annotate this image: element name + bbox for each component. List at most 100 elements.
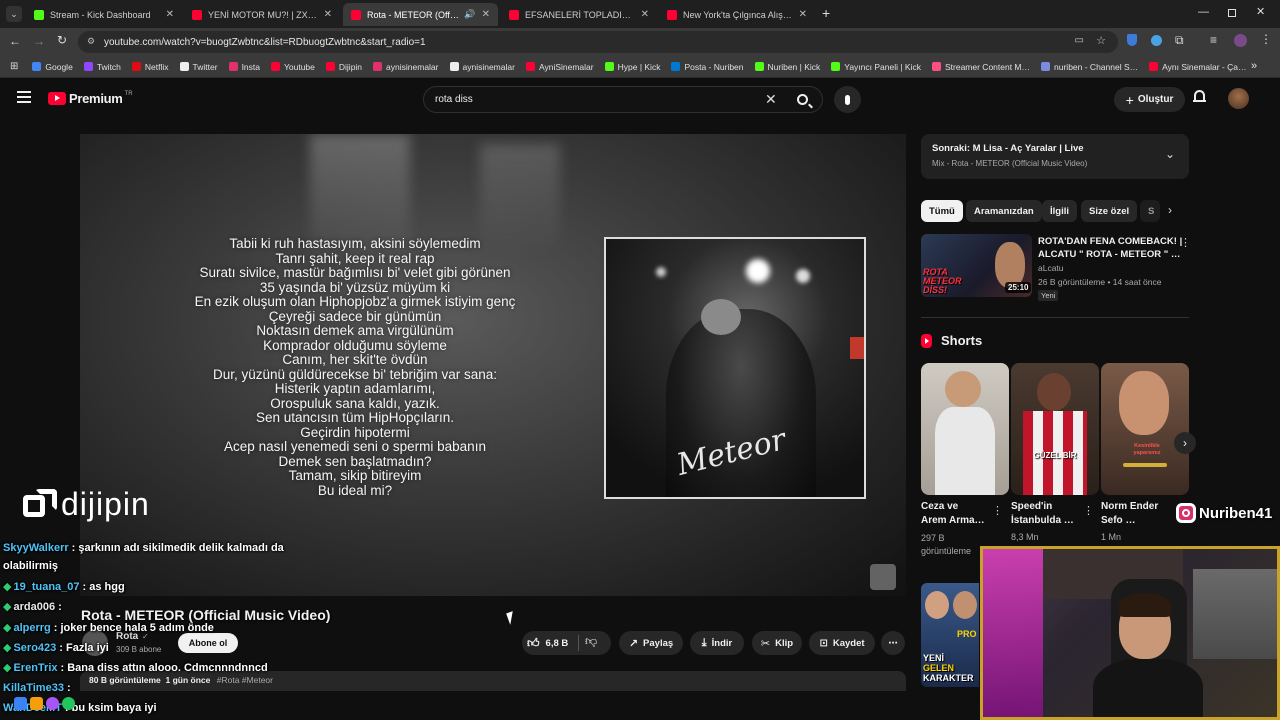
bookmark-item[interactable]: nuriben - Channel S… (1041, 62, 1138, 72)
short-thumbnail[interactable]: Kesinlikle yaparsınız (1101, 363, 1189, 495)
save-button[interactable]: ⊡ Kaydet (809, 631, 875, 655)
thumb-person (953, 591, 977, 619)
channel-watermark-icon[interactable] (870, 564, 896, 590)
shorts-next-button[interactable]: › (1174, 432, 1196, 454)
youtube-icon (192, 9, 202, 20)
reload-icon[interactable]: ↻ (57, 33, 67, 47)
more-actions-button[interactable]: ⋯ (881, 631, 905, 655)
new-tab-button[interactable]: + (822, 5, 830, 21)
browser-tab[interactable]: Stream - Kick Dashboard ✕ (26, 3, 182, 26)
dislike-button[interactable]: 👎︎ (585, 634, 597, 649)
youtube-logo[interactable]: Premium TR (48, 91, 133, 106)
chip-related[interactable]: İlgili (1042, 200, 1077, 222)
close-icon[interactable]: ✕ (166, 9, 174, 20)
short-more-icon[interactable]: ⋮ (992, 504, 1003, 517)
create-button[interactable]: + Oluştur (1114, 87, 1185, 112)
bookmark-item[interactable]: Nuriben | Kick (754, 62, 820, 72)
extension-shield-icon[interactable] (1127, 34, 1137, 46)
menu-icon[interactable]: ⋮ (1260, 32, 1272, 46)
up-next-card[interactable]: Sonraki: M Lisa - Aç Yaralar | Live Mix … (921, 134, 1189, 179)
share-button[interactable]: ↗ Paylaş (619, 631, 683, 655)
window-close-icon[interactable]: ✕ (1256, 5, 1265, 18)
voice-search-button[interactable] (834, 86, 861, 113)
short-title[interactable]: Norm Ender Sefo … (1101, 500, 1171, 528)
bookmark-item[interactable]: Twitch (83, 62, 121, 72)
bookmark-label: Aynı Sinemalar - Ça… (1162, 61, 1247, 72)
forward-icon[interactable]: → (33, 34, 45, 48)
profile-icon[interactable] (1234, 34, 1247, 47)
extension-vpn-icon[interactable] (1151, 35, 1162, 46)
subscribe-button[interactable]: Abone ol (178, 633, 238, 653)
bookmark-star-icon[interactable]: ☆ (1096, 34, 1106, 47)
bookmark-item[interactable]: Aynı Sinemalar - Ça… (1149, 61, 1247, 72)
bookmark-item[interactable]: Yayıncı Paneli | Kick (831, 62, 921, 72)
chip-all[interactable]: Tümü (921, 200, 963, 222)
youtube-play-icon (48, 92, 66, 105)
browser-tab[interactable]: EFSANELERİ TOPLADIM VE DEN… ✕ (501, 3, 657, 26)
short-caption: Kesinlikle yaparsınız (1133, 443, 1161, 456)
reading-list-icon[interactable]: ≡ (1210, 33, 1217, 47)
bookmark-item[interactable]: Insta (228, 62, 260, 72)
chat-badge-icon: ◆ (3, 622, 12, 634)
bookmark-item[interactable]: Youtube (271, 62, 315, 72)
youtube-header: Premium TR rota diss ✕ + Oluştur (0, 78, 1280, 122)
download-button[interactable]: ⤓ İndir (690, 631, 744, 655)
search-button[interactable] (787, 86, 817, 113)
hamburger-menu-icon[interactable] (17, 91, 31, 103)
bookmark-item[interactable]: aynisinemalar (449, 62, 515, 72)
bookmark-favicon-icon (325, 62, 335, 71)
clip-button[interactable]: ✂ Klip (752, 631, 802, 655)
expand-icon[interactable]: ⌄ (1165, 147, 1175, 161)
close-icon[interactable]: ✕ (482, 9, 490, 20)
recommended-title[interactable]: ROTA'DAN FENA COMEBACK! | ALCATU " ROTA … (1038, 235, 1182, 261)
cast-icon[interactable]: ▭ (1075, 35, 1084, 46)
account-avatar[interactable] (1228, 88, 1249, 109)
short-thumbnail[interactable]: GÜZEL BİR (1011, 363, 1099, 495)
search-input[interactable]: rota diss ✕ (423, 86, 823, 113)
lyric-line: Canım, her skit'te övdün (282, 352, 428, 367)
bookmark-item[interactable]: Streamer Content M… (931, 62, 1030, 72)
bookmark-item[interactable]: Netflix (131, 62, 169, 72)
clear-search-icon[interactable]: ✕ (765, 91, 777, 108)
bookmark-item[interactable]: Dijipin (325, 62, 362, 72)
more-bookmarks-icon[interactable]: » (1251, 60, 1257, 72)
browser-tab[interactable]: New York'ta Çılgınca Alışveriş Y… ✕ (659, 3, 815, 26)
recommended-channel[interactable]: aLcatu (1038, 263, 1064, 273)
minimize-icon[interactable]: — (1198, 6, 1209, 18)
bookmark-item[interactable]: Twitter (179, 62, 218, 72)
tab-search-button[interactable]: ⌄ (6, 6, 22, 22)
bookmark-item[interactable]: aynisinemalar (373, 62, 439, 72)
short-title[interactable]: Speed'in İstanbulda … (1011, 500, 1081, 528)
address-bar[interactable]: ⚙ youtube.com/watch?v=buogtZwbtnc&list=R… (78, 31, 1118, 53)
recommended-more-icon[interactable]: ⋮ (1180, 236, 1191, 249)
bookmark-item[interactable]: AyniSinemalar (525, 62, 594, 72)
speaker-icon[interactable]: 🔊 (464, 9, 475, 20)
chips-next-icon[interactable]: › (1168, 203, 1172, 217)
short-more-icon[interactable]: ⋮ (1083, 504, 1094, 517)
bookmark-item[interactable]: Posta - Nuriben (671, 62, 744, 72)
extensions-icon[interactable]: ⧉ (1175, 33, 1184, 48)
video-player[interactable]: Tabii ki ruh hastasıyım, aksini söylemed… (80, 134, 906, 596)
next-row-thumbnail[interactable]: PRO YENİ GELEN KARAKTER (921, 583, 979, 687)
close-icon[interactable]: ✕ (799, 9, 807, 20)
back-icon[interactable]: ← (9, 34, 21, 48)
chip-for-you[interactable]: Size özel (1081, 200, 1138, 222)
close-icon[interactable]: ✕ (641, 9, 649, 20)
close-icon[interactable]: ✕ (324, 9, 332, 20)
restore-icon[interactable] (1228, 9, 1236, 17)
lyric-line: Komprador olduğumu söyleme (263, 337, 447, 353)
notifications-bell-icon[interactable] (1193, 90, 1206, 104)
site-info-icon[interactable]: ⚙ (87, 36, 95, 47)
like-button[interactable]: 👍︎ 6,8 B (527, 631, 568, 655)
bookmark-item[interactable]: Hype | Kick (604, 62, 660, 72)
browser-tab-active[interactable]: Rota - METEOR (Official Mu… 🔊 ✕ (343, 3, 498, 26)
short-thumbnail[interactable] (921, 363, 1009, 495)
bookmark-item[interactable]: Google (32, 62, 73, 72)
recommended-thumbnail[interactable]: ROTA METEOR DİSS! 25:10 (921, 234, 1032, 297)
chip-more[interactable]: S (1140, 200, 1160, 222)
browser-tab[interactable]: YENİ MOTOR MU?! | ZX6R İLK … ✕ (184, 3, 340, 26)
apps-icon[interactable]: ⊞ (10, 61, 18, 72)
chip-from-search[interactable]: Aramanızdan (966, 200, 1042, 222)
chat-message: olabilirmiş (3, 560, 58, 572)
short-title[interactable]: Ceza ve Arem Arma… (921, 500, 991, 528)
